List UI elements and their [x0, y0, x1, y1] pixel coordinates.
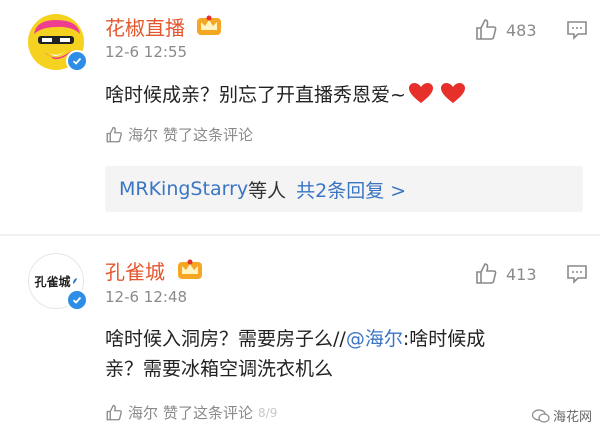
- liked-by-row: 海尔 赞了这条评论: [105, 124, 253, 145]
- liked-by-user[interactable]: 海尔: [128, 402, 158, 423]
- comment-text: 啥时候成亲？别忘了开直播秀恩爱~: [105, 80, 466, 110]
- vip-crown-icon: [197, 15, 221, 35]
- username[interactable]: 孔雀城: [105, 256, 165, 285]
- heart-emoji-icon: [434, 83, 466, 106]
- avatar-logo-text: 孔雀城: [34, 274, 71, 289]
- reply-comment-icon[interactable]: [566, 20, 588, 40]
- verified-badge-icon: [66, 289, 88, 311]
- comment-item: 花椒直播 12-6 12:55 483 啥时候成亲？别忘了开直播秀恩爱~ 海尔 …: [0, 0, 600, 235]
- vip-crown-icon: [178, 259, 202, 279]
- reply-comment-icon[interactable]: [566, 264, 588, 284]
- liked-by-user[interactable]: 海尔: [128, 124, 158, 145]
- comment-item: 孔雀城 孔雀城 12-6 12:48 413 啥时候入洞房？需要房子么//@海尔…: [0, 236, 600, 431]
- liked-by-row: 海尔 赞了这条评论 8/9: [105, 402, 277, 423]
- feather-icon: [72, 278, 77, 284]
- thumbs-up-small-icon: [106, 404, 122, 420]
- heart-emoji-icon: [406, 83, 434, 106]
- mention-link[interactable]: @海尔: [346, 328, 403, 350]
- thumbs-up-icon[interactable]: [474, 262, 498, 286]
- liked-extra: 8/9: [258, 405, 278, 420]
- like-count: 413: [506, 265, 537, 284]
- reply-count-link[interactable]: 共2条回复 >: [296, 176, 406, 203]
- avatar[interactable]: 孔雀城: [28, 253, 88, 311]
- verified-badge-icon: [66, 50, 88, 72]
- like-count: 483: [506, 21, 537, 40]
- thumbs-up-icon[interactable]: [474, 18, 498, 42]
- comment-time: 12-6 12:55: [105, 43, 188, 61]
- liked-label: 赞了这条评论: [163, 126, 254, 144]
- replies-summary[interactable]: MRKingStarry 等人 共2条回复 >: [105, 166, 583, 212]
- reply-user-link[interactable]: MRKingStarry: [119, 178, 248, 200]
- thumbs-up-small-icon: [106, 126, 122, 142]
- wechat-icon: [531, 408, 550, 423]
- comment-time: 12-6 12:48: [105, 288, 188, 306]
- comment-text: 啥时候入洞房？需要房子么//@海尔:啥时候成 亲？需要冰箱空调洗衣机么: [105, 328, 486, 380]
- liked-label: 赞了这条评论: [163, 404, 254, 422]
- avatar[interactable]: [28, 14, 88, 72]
- reply-others-label: 等人: [248, 179, 287, 202]
- watermark: 海花网: [531, 406, 592, 425]
- watermark-label: 海花网: [552, 410, 592, 425]
- username[interactable]: 花椒直播: [105, 12, 185, 41]
